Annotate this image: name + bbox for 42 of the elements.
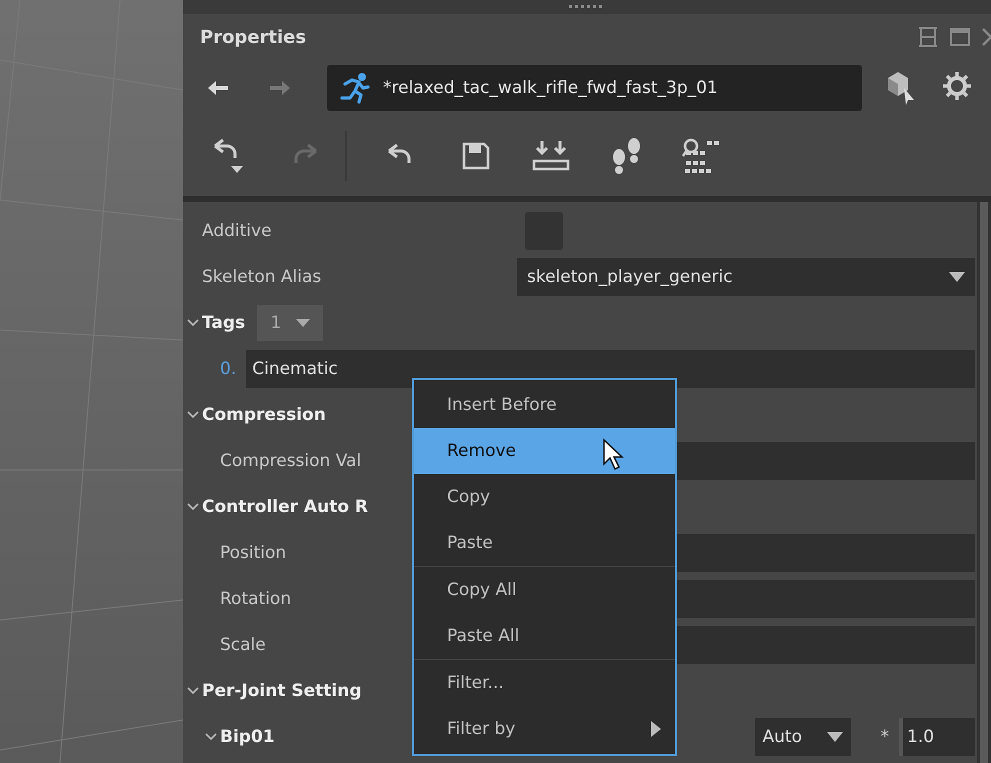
mouse-pointer-icon xyxy=(602,438,626,472)
property-label: Scale xyxy=(220,635,266,655)
maximize-icon[interactable] xyxy=(949,27,971,47)
menu-item[interactable]: Remove xyxy=(414,428,675,474)
value-field[interactable]: 1.0 xyxy=(899,718,975,756)
group-label: Bip01 xyxy=(220,727,275,747)
split-icon[interactable] xyxy=(917,27,939,47)
menu-item[interactable]: Filter by xyxy=(414,706,675,752)
menu-item[interactable]: Copy All xyxy=(414,566,675,613)
caret-icon xyxy=(296,319,310,327)
right-arrow-icon xyxy=(269,79,291,97)
menu-item[interactable]: Paste xyxy=(414,520,675,566)
toolbar-button[interactable] xyxy=(681,136,721,176)
caret-icon xyxy=(826,732,842,742)
dropdown[interactable]: skeleton_player_generic xyxy=(517,258,975,296)
mode-dropdown[interactable]: Auto xyxy=(754,718,850,756)
search-grid-icon xyxy=(682,137,720,175)
panel-title: Properties xyxy=(200,26,308,48)
multiplier-symbol: * xyxy=(880,727,889,747)
property-label: Skeleton Alias xyxy=(202,267,322,287)
asset-name-field[interactable]: *relaxed_tac_walk_rifle_fwd_fast_3p_01 xyxy=(327,65,862,111)
menu-item[interactable]: Filter... xyxy=(414,659,675,706)
property-label: Compression Val xyxy=(220,451,362,471)
item-index: 0. xyxy=(220,359,236,379)
tag-field[interactable]: Cinematic xyxy=(246,350,975,388)
group-label: Per-Joint Setting xyxy=(202,681,362,701)
menu-item[interactable]: Copy xyxy=(414,474,675,520)
scrollbar-thumb[interactable] xyxy=(980,202,988,763)
menu-item[interactable]: Paste All xyxy=(414,613,675,659)
group-label: Tags xyxy=(202,313,246,333)
save-icon xyxy=(461,141,491,171)
asset-name: *relaxed_tac_walk_rifle_fwd_fast_3p_01 xyxy=(383,78,718,98)
property-label: Additive xyxy=(202,221,272,241)
property-label: Position xyxy=(220,543,286,563)
property-label: Rotation xyxy=(220,589,292,609)
group-label: Controller Auto R xyxy=(202,497,368,517)
caret-icon xyxy=(949,272,965,282)
running-figure-icon xyxy=(339,72,371,104)
left-arrow-icon xyxy=(207,79,229,97)
group-label: Compression xyxy=(202,405,326,425)
grip-icon[interactable] xyxy=(569,4,605,10)
arrows-down-icon xyxy=(532,139,570,173)
